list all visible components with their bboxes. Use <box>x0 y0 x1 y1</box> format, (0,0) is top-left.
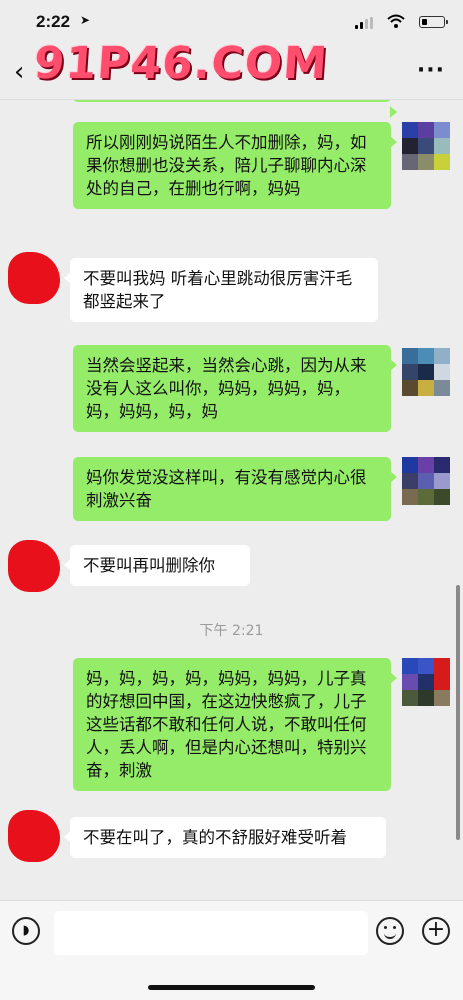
scrollbar[interactable] <box>456 585 460 840</box>
message-bubble-outgoing[interactable]: 当然会竖起来，当然会心跳，因为从来没有人这么叫你，妈妈，妈妈，妈，妈，妈妈，妈，… <box>73 345 397 432</box>
contact-avatar[interactable] <box>8 252 60 304</box>
message-bubble-incoming[interactable]: 不要在叫了，真的不舒服好难受听着 <box>64 817 386 858</box>
user-avatar[interactable] <box>402 122 450 170</box>
message-bubble-outgoing[interactable]: 妈，妈，妈，妈，妈妈，妈妈，儿子真的好想回中国，在这边快憋疯了，儿子这些话都不敢… <box>73 658 397 791</box>
emoji-icon[interactable] <box>376 917 404 945</box>
chat-message-list[interactable]: 所以刚刚妈说陌生人不加删除，妈，如果你想删也没关系，陪儿子聊聊内心深处的自己，在… <box>0 100 463 900</box>
location-arrow-icon: ➤ <box>80 13 91 27</box>
cellular-signal-icon <box>355 17 375 29</box>
message-bubble-outgoing[interactable]: 所以刚刚妈说陌生人不加删除，妈，如果你想删也没关系，陪儿子聊聊内心深处的自己，在… <box>73 122 397 209</box>
more-options-icon[interactable]: ··· <box>417 58 445 83</box>
contact-avatar[interactable] <box>8 810 60 862</box>
user-avatar[interactable] <box>402 457 450 505</box>
user-avatar[interactable] <box>402 658 450 706</box>
watermark-logo: 91P46.COM <box>32 38 330 89</box>
contact-avatar[interactable] <box>8 540 60 592</box>
message-bubble-partial <box>73 100 397 118</box>
message-bubble-incoming[interactable]: 不要叫我妈 听着心里跳动很厉害汗毛都竖起来了 <box>64 258 378 322</box>
user-avatar[interactable] <box>402 348 450 396</box>
message-timestamp: 下午 2:21 <box>199 623 264 639</box>
status-time: 2:22 <box>36 12 71 31</box>
home-indicator[interactable] <box>148 985 315 990</box>
wifi-icon <box>387 14 405 28</box>
voice-input-icon[interactable]: ◗ <box>12 917 40 945</box>
message-bubble-incoming[interactable]: 不要叫再叫删除你 <box>64 545 250 586</box>
battery-icon <box>419 16 448 28</box>
message-bubble-outgoing[interactable]: 妈你发觉没这样叫，有没有感觉内心很刺激兴奋 <box>73 457 397 521</box>
message-input[interactable] <box>54 911 368 955</box>
plus-icon[interactable]: + <box>422 917 450 945</box>
